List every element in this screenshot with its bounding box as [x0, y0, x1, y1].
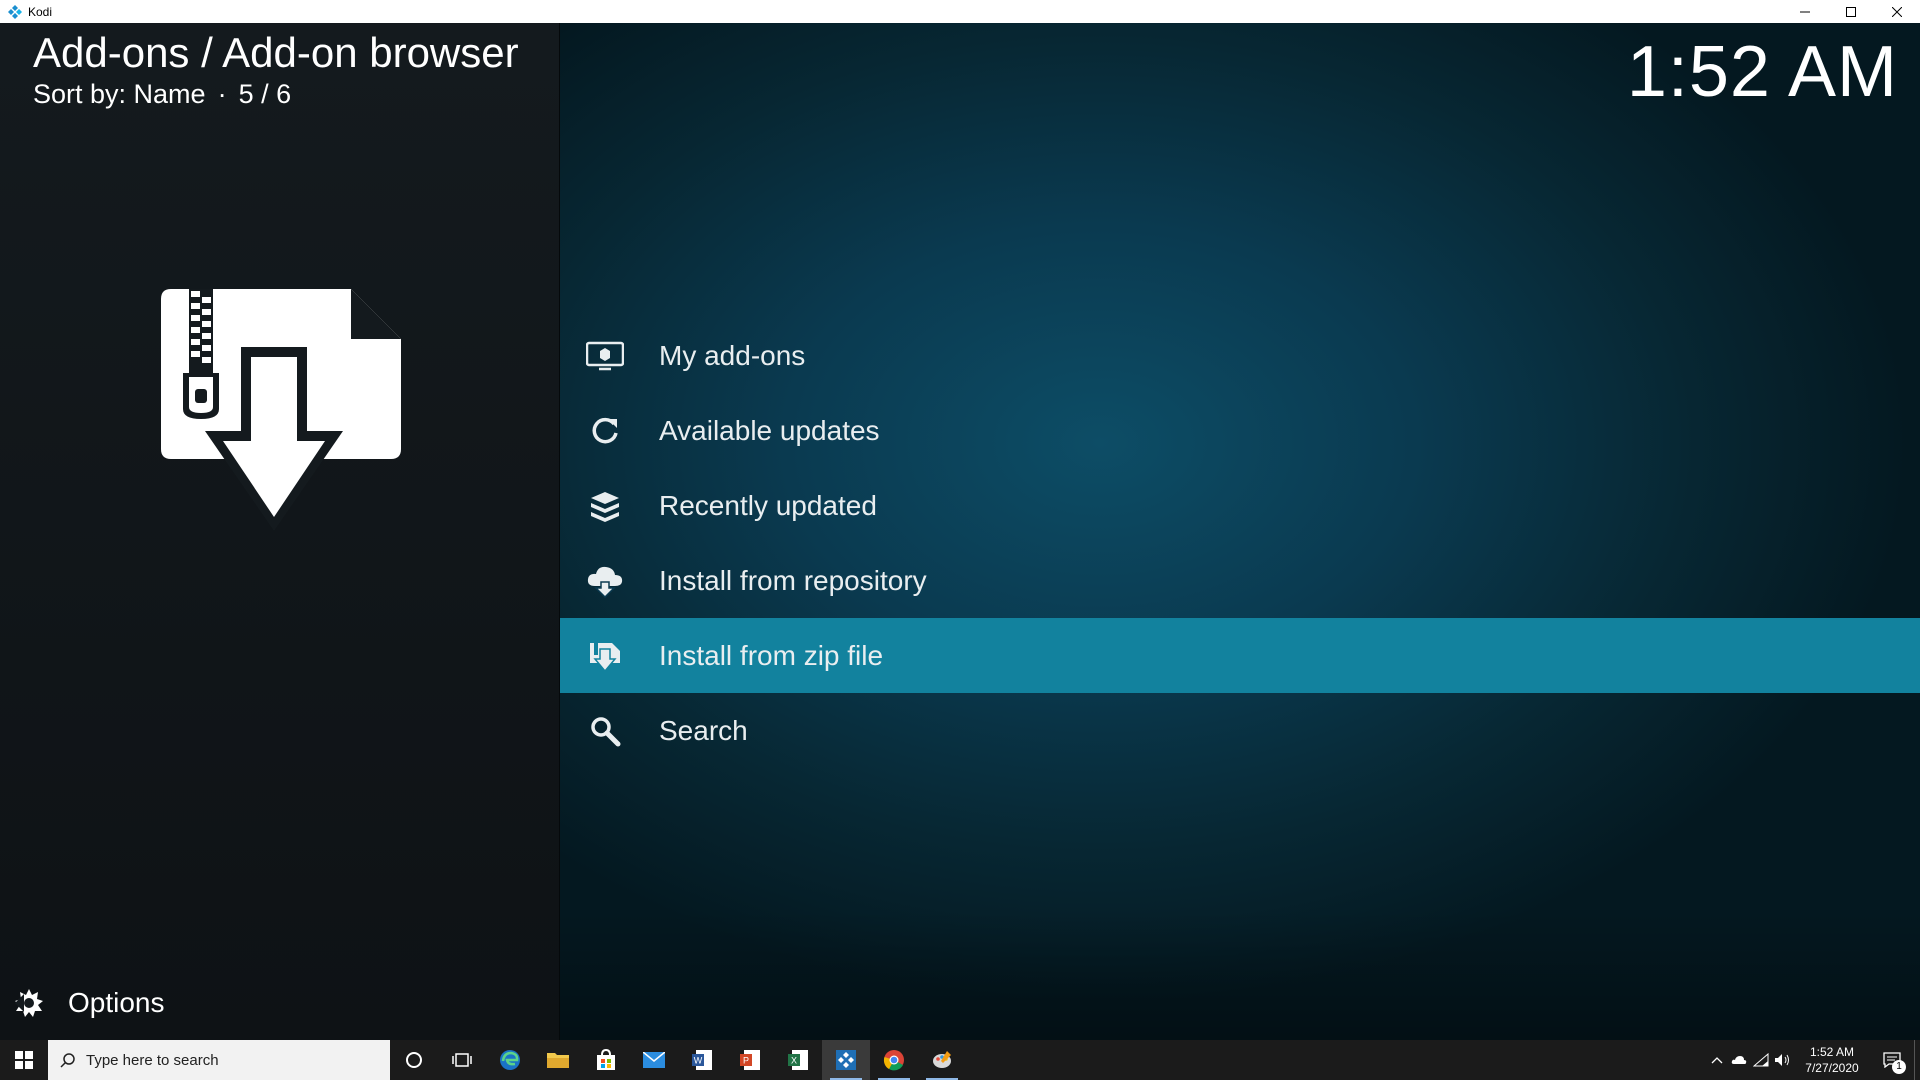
svg-text:W: W: [694, 1056, 703, 1066]
kodi-icon: [836, 1050, 856, 1070]
maximize-icon: [1846, 6, 1856, 17]
search-icon: [586, 712, 624, 750]
powerpoint-icon: P: [740, 1050, 760, 1070]
menu-item-install-from-repository[interactable]: Install from repository: [560, 543, 1920, 618]
addon-browser-menu: My add-ons Available updates Recently up…: [560, 318, 1920, 768]
menu-item-install-from-zip-file[interactable]: Install from zip file: [560, 618, 1920, 693]
taskbar-app-store[interactable]: [582, 1040, 630, 1080]
window-title: Kodi: [28, 4, 53, 19]
show-hidden-icons-button[interactable]: [1706, 1040, 1728, 1080]
taskbar-app-kodi[interactable]: [822, 1040, 870, 1080]
close-button[interactable]: [1874, 0, 1920, 23]
menu-item-label: Install from repository: [659, 564, 927, 596]
item-position: 5 / 6: [238, 79, 292, 109]
notification-badge: 1: [1892, 1060, 1906, 1074]
minimize-button[interactable]: [1782, 0, 1828, 23]
network-button[interactable]: [1750, 1040, 1772, 1080]
options-gear-icon: [15, 989, 43, 1017]
windows-logo-icon: [15, 1051, 33, 1069]
close-icon: [1892, 6, 1902, 17]
bottom-shade: [560, 910, 1920, 1040]
zip-download-icon: [586, 637, 624, 675]
taskbar-app-powerpoint[interactable]: P: [726, 1040, 774, 1080]
monitor-box-icon: [586, 337, 624, 375]
cortana-icon: [406, 1052, 422, 1068]
taskbar-clock[interactable]: 1:52 AM 7/27/2020: [1794, 1044, 1870, 1076]
page-title: Add-ons / Add-on browser: [33, 29, 519, 76]
windows-taskbar: Type here to search W P X 1:52 AM 7/27/2…: [0, 1040, 1920, 1080]
folder-icon: [547, 1053, 569, 1068]
store-bag-icon: [597, 1049, 615, 1070]
taskbar-app-word[interactable]: W: [678, 1040, 726, 1080]
taskbar-time: 1:52 AM: [1809, 1045, 1855, 1059]
wifi-icon: [1753, 1053, 1769, 1067]
kodi-app: Add-ons / Add-on browser Sort by: Name · 5…: [0, 23, 1920, 1040]
edge-icon: [500, 1050, 520, 1070]
window-titlebar: Kodi: [0, 0, 1920, 23]
svg-text:X: X: [791, 1056, 797, 1066]
minimize-icon: [1800, 11, 1810, 12]
sort-info: Sort by: Name · 5 / 6: [33, 79, 291, 110]
onedrive-button[interactable]: [1728, 1040, 1750, 1080]
paint-palette-icon: [933, 1051, 951, 1068]
menu-item-recently-updated[interactable]: Recently updated: [560, 468, 1920, 543]
taskbar-app-mail[interactable]: [630, 1040, 678, 1080]
action-center-button[interactable]: 1: [1870, 1040, 1914, 1080]
clock: 1:52 AM: [1626, 32, 1898, 112]
menu-item-my-addons[interactable]: My add-ons: [560, 318, 1920, 393]
menu-item-label: Available updates: [659, 414, 880, 446]
refresh-icon: [586, 412, 624, 450]
menu-item-label: My add-ons: [659, 339, 806, 371]
word-icon: W: [692, 1050, 712, 1070]
show-desktop-button[interactable]: [1914, 1040, 1920, 1080]
svg-text:P: P: [743, 1056, 749, 1066]
cloud-download-icon: [586, 562, 624, 600]
maximize-button[interactable]: [1828, 0, 1874, 23]
start-button[interactable]: [0, 1040, 48, 1080]
taskbar-app-chrome[interactable]: [870, 1040, 918, 1080]
task-view-icon: [452, 1053, 472, 1067]
menu-item-label: Search: [659, 714, 748, 746]
kodi-logo-icon: [8, 4, 22, 19]
menu-item-available-updates[interactable]: Available updates: [560, 393, 1920, 468]
taskbar-app-paint[interactable]: [918, 1040, 966, 1080]
search-icon: [60, 1053, 75, 1068]
volume-button[interactable]: [1772, 1040, 1794, 1080]
taskbar-app-file-explorer[interactable]: [534, 1040, 582, 1080]
system-tray: 1:52 AM 7/27/2020 1: [1706, 1040, 1920, 1080]
menu-item-label: Recently updated: [659, 489, 877, 521]
separator-dot: ·: [217, 79, 227, 109]
zip-file-download-icon: [161, 289, 401, 531]
stack-boxes-icon: [586, 487, 624, 525]
chevron-up-icon: [1711, 1057, 1723, 1064]
menu-item-label: Install from zip file: [659, 639, 884, 671]
chrome-icon: [883, 1050, 904, 1071]
task-view-button[interactable]: [438, 1040, 486, 1080]
excel-icon: X: [788, 1050, 808, 1070]
menu-item-search[interactable]: Search: [560, 693, 1920, 768]
search-placeholder: Type here to search: [86, 1051, 219, 1069]
taskbar-search-box[interactable]: Type here to search: [48, 1040, 390, 1080]
cortana-button[interactable]: [390, 1040, 438, 1080]
taskbar-date: 7/27/2020: [1805, 1061, 1859, 1075]
cloud-icon: [1731, 1056, 1747, 1064]
taskbar-app-excel[interactable]: X: [774, 1040, 822, 1080]
taskbar-app-edge[interactable]: [486, 1040, 534, 1080]
left-info-panel: Add-ons / Add-on browser Sort by: Name · 5…: [0, 23, 560, 1040]
speaker-icon: [1775, 1054, 1789, 1066]
options-label: Options: [68, 987, 165, 1018]
options-button[interactable]: Options: [12, 983, 165, 1023]
mail-icon: [643, 1052, 665, 1068]
sort-label: Sort by: Name: [33, 79, 206, 109]
